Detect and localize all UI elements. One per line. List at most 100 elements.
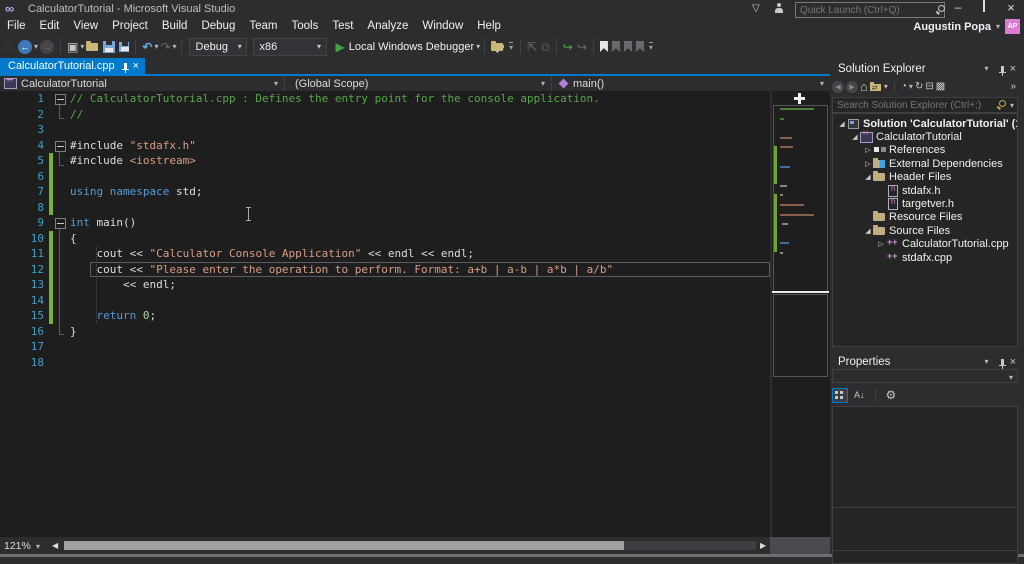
forward-icon[interactable]: ▶ (846, 81, 858, 93)
solution-explorer-search[interactable]: ▾ (832, 97, 1018, 113)
tree-item-solution-calculatortutorial-1-project[interactable]: ◢Solution 'CalculatorTutorial' (1 projec… (833, 117, 1017, 130)
collapse-region-icon[interactable] (55, 141, 66, 152)
code-line-18[interactable]: 18 (0, 355, 770, 371)
undo-icon[interactable]: ↶ (142, 40, 152, 54)
navigate-forward-icon[interactable]: → (40, 40, 54, 54)
menu-build[interactable]: Build (155, 18, 195, 35)
menu-test[interactable]: Test (325, 18, 360, 35)
user-account-area[interactable]: Augustin Popa ▾ AP (913, 19, 1020, 34)
toolbar-grip[interactable]: ⋮ (3, 41, 13, 52)
tree-item-stdafx-h[interactable]: stdafx.h (833, 184, 1017, 197)
horizontal-scrollbar-thumb[interactable] (64, 541, 624, 550)
close-panel-icon[interactable]: × (1010, 63, 1016, 75)
navigate-backward-icon[interactable]: ← (18, 40, 32, 54)
alphabetical-sort-icon[interactable]: A↓ (854, 390, 865, 400)
code-line-11[interactable]: 11 cout << "Calculator Console Applicati… (0, 246, 770, 262)
collapsed-arrow-icon[interactable]: ▷ (863, 160, 873, 168)
collapsed-arrow-icon[interactable]: ▷ (876, 240, 886, 248)
tree-item-external-dependencies[interactable]: ▷External Dependencies (833, 157, 1017, 170)
back-icon[interactable]: ◀ (832, 81, 844, 93)
code-line-2[interactable]: 2// (0, 107, 770, 123)
tree-item-references[interactable]: ▷References (833, 144, 1017, 157)
menu-help[interactable]: Help (470, 18, 508, 35)
code-line-14[interactable]: 14 (0, 293, 770, 309)
menu-team[interactable]: Team (242, 18, 284, 35)
split-handle-icon[interactable] (794, 97, 805, 100)
tree-item-targetver-h[interactable]: targetver.h (833, 197, 1017, 210)
menu-project[interactable]: Project (105, 18, 155, 35)
new-project-icon[interactable]: ▣ (67, 40, 78, 54)
expanded-arrow-icon[interactable]: ◢ (863, 227, 873, 235)
scrollbar-map[interactable] (770, 91, 830, 537)
member-dropdown[interactable]: main() ▾ (552, 76, 830, 91)
start-debugging-icon[interactable]: ▶ (336, 40, 345, 54)
intellitrace-icon[interactable]: ⧉ (541, 40, 550, 54)
toolbar-overflow-icon[interactable]: » (1010, 81, 1016, 92)
home-icon[interactable]: ⌂ (860, 79, 868, 94)
debug-target-label[interactable]: Local Windows Debugger (349, 41, 474, 53)
window-position-icon[interactable]: ▾ (985, 64, 989, 73)
scroll-right-icon[interactable]: ▶ (760, 541, 766, 550)
next-bookmark-icon[interactable] (624, 41, 632, 52)
chevron-down-icon[interactable]: ▾ (34, 42, 38, 51)
maximize-button[interactable] (972, 0, 996, 20)
expanded-arrow-icon[interactable]: ◢ (837, 120, 847, 128)
tree-item-resource-files[interactable]: Resource Files (833, 211, 1017, 224)
pin-panel-icon[interactable] (1001, 359, 1004, 365)
menu-view[interactable]: View (66, 18, 105, 35)
redo-icon[interactable]: ↷ (160, 40, 170, 54)
avatar[interactable]: AP (1005, 19, 1020, 34)
toolbar-overflow-icon[interactable]: ▾ (649, 42, 653, 52)
refresh-icon[interactable]: ↻ (915, 81, 923, 92)
chevron-down-icon[interactable]: ▾ (80, 42, 84, 51)
pin-panel-icon[interactable] (1001, 66, 1004, 72)
expanded-arrow-icon[interactable]: ◢ (850, 133, 860, 141)
code-line-1[interactable]: 1// CalculatorTutorial.cpp : Defines the… (0, 91, 770, 107)
close-button[interactable]: × (999, 0, 1023, 16)
code-line-6[interactable]: 6 (0, 169, 770, 185)
code-line-13[interactable]: 13 << endl; (0, 277, 770, 293)
pin-tab-icon[interactable] (124, 63, 127, 69)
menu-debug[interactable]: Debug (194, 18, 242, 35)
code-line-3[interactable]: 3 (0, 122, 770, 138)
sync-with-active-document-icon[interactable]: ⇄ (870, 82, 882, 92)
tree-item-calculatortutorial[interactable]: ◢CalculatorTutorial (833, 130, 1017, 143)
menu-window[interactable]: Window (415, 18, 470, 35)
pending-changes-filter-icon[interactable]: ◔ (901, 81, 907, 92)
attach-to-process-icon[interactable]: ⇱ (527, 40, 537, 54)
menu-file[interactable]: File (0, 18, 33, 35)
code-line-15[interactable]: 15 return 0; (0, 308, 770, 324)
scroll-left-icon[interactable]: ◀ (52, 541, 58, 550)
show-all-files-icon[interactable]: ▩ (936, 81, 945, 92)
code-area[interactable]: 1// CalculatorTutorial.cpp : Defines the… (0, 91, 770, 370)
code-line-16[interactable]: 16} (0, 324, 770, 340)
scope-dropdown[interactable]: (Global Scope) ▾ (285, 76, 552, 91)
code-line-8[interactable]: 8 (0, 200, 770, 216)
chevron-down-icon[interactable]: ▾ (154, 42, 158, 51)
tab-calculatortutorial-cpp[interactable]: CalculatorTutorial.cpp × (0, 58, 145, 74)
code-editor[interactable]: 1// CalculatorTutorial.cpp : Defines the… (0, 91, 830, 537)
zoom-level-dropdown[interactable]: 121% (4, 540, 31, 552)
clear-bookmarks-icon[interactable] (636, 41, 644, 52)
code-line-17[interactable]: 17 (0, 339, 770, 355)
chevron-down-icon[interactable]: ▾ (173, 42, 177, 51)
quick-launch-box[interactable] (795, 2, 945, 18)
show-diagnostics-icon[interactable]: ↪ (563, 40, 573, 54)
horizontal-scrollbar[interactable] (64, 541, 756, 550)
code-line-5[interactable]: 5#include <iostream> (0, 153, 770, 169)
panel-splitter[interactable] (830, 347, 1024, 351)
save-icon[interactable] (103, 41, 115, 53)
code-line-4[interactable]: 4#include "stdafx.h" (0, 138, 770, 154)
collapse-region-icon[interactable] (55, 218, 66, 229)
tree-item-stdafx-cpp[interactable]: stdafx.cpp (833, 251, 1017, 264)
chevron-down-icon[interactable]: ▾ (1010, 101, 1014, 110)
tree-item-calculatortutorial-cpp[interactable]: ▷CalculatorTutorial.cpp (833, 238, 1017, 251)
solution-explorer-search-input[interactable] (833, 100, 997, 111)
menu-analyze[interactable]: Analyze (360, 18, 415, 35)
expanded-arrow-icon[interactable]: ◢ (863, 173, 873, 181)
menu-edit[interactable]: Edit (33, 18, 67, 35)
collapse-region-icon[interactable] (55, 94, 66, 105)
notifications-flag-icon[interactable]: ▽ (752, 3, 760, 14)
toggle-bookmark-icon[interactable] (600, 41, 608, 52)
close-tab-icon[interactable]: × (133, 60, 139, 72)
